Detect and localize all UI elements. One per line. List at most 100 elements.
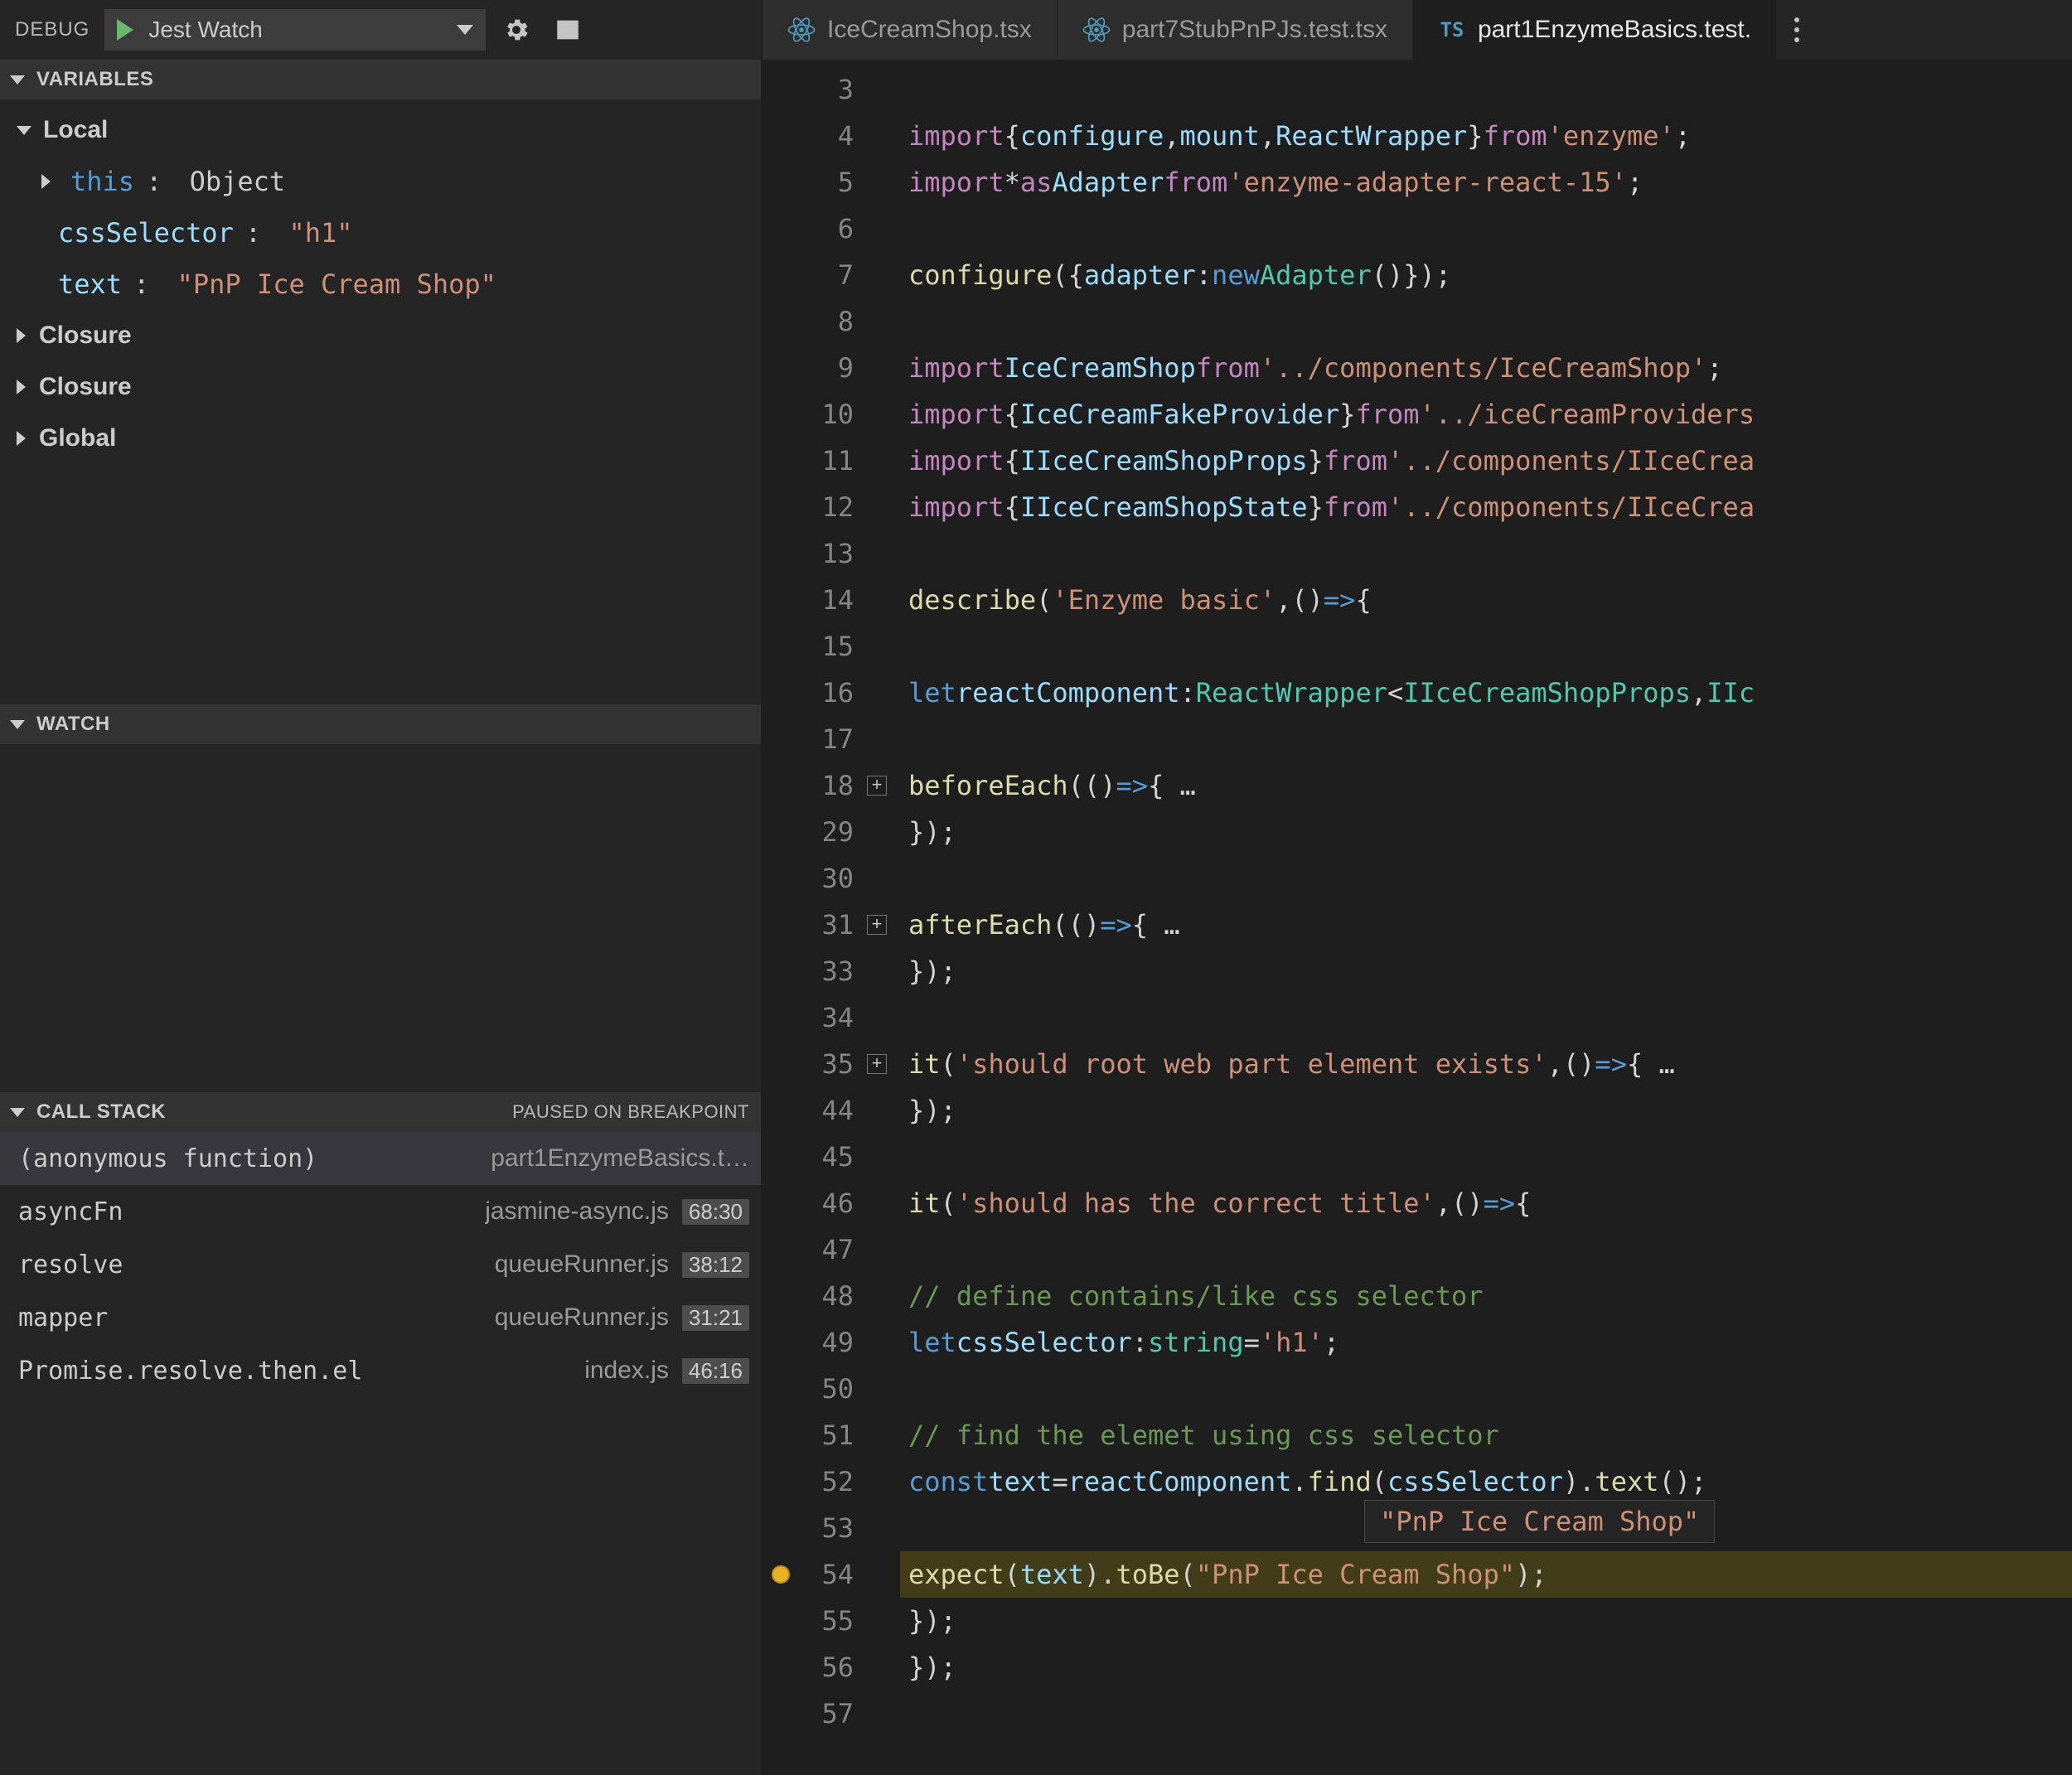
line-number: 33	[796, 948, 860, 994]
code-line[interactable]	[900, 1226, 2072, 1273]
code-line[interactable]: import { IceCreamFakeProvider } from '..…	[900, 391, 2072, 438]
variables-header[interactable]: VARIABLES	[0, 60, 761, 99]
editor-tab[interactable]: IceCreamShop.tsx	[762, 0, 1058, 60]
code-line[interactable]: });	[900, 1644, 2072, 1690]
scope-global[interactable]: Global	[0, 413, 761, 464]
code-line[interactable]: afterEach(() => { …	[900, 902, 2072, 948]
callstack-header[interactable]: CALL STACK PAUSED ON BREAKPOINT	[0, 1092, 761, 1132]
callstack-row[interactable]: Promise.resolve.then.elindex.js46:16	[0, 1344, 761, 1397]
callstack-body: (anonymous function)part1EnzymeBasics.t……	[0, 1132, 761, 1775]
code-line[interactable]: });	[900, 809, 2072, 855]
code-line[interactable]	[900, 716, 2072, 762]
callstack-row[interactable]: (anonymous function)part1EnzymeBasics.t…	[0, 1132, 761, 1185]
scope-closure-1[interactable]: Closure	[0, 310, 761, 361]
code-line[interactable]	[900, 206, 2072, 252]
callstack-position: 38:12	[682, 1252, 749, 1278]
line-number: 55	[796, 1598, 860, 1644]
fold-expand-icon[interactable]: +	[867, 776, 887, 796]
code-line[interactable]: import { IIceCreamShopState } from '../c…	[900, 484, 2072, 530]
fold-expand-icon[interactable]: +	[867, 1054, 887, 1074]
callstack-row[interactable]: mapperqueueRunner.js31:21	[0, 1291, 761, 1344]
play-icon[interactable]	[117, 19, 133, 41]
code-line[interactable]: const text = reactComponent.find(cssSele…	[900, 1458, 2072, 1505]
callstack-row[interactable]: asyncFnjasmine-async.js68:30	[0, 1185, 761, 1238]
code-line[interactable]: });	[900, 948, 2072, 994]
code-line[interactable]	[900, 530, 2072, 577]
chevron-down-icon	[10, 75, 25, 85]
gear-icon[interactable]	[496, 9, 537, 51]
code-line[interactable]: let reactComponent: ReactWrapper<IIceCre…	[900, 670, 2072, 716]
tabs-more-icon[interactable]	[1777, 0, 1817, 60]
code-line[interactable]: // define contains/like css selector	[900, 1273, 2072, 1319]
callstack-function: Promise.resolve.then.el	[18, 1357, 362, 1386]
code-line[interactable]: let cssSelector: string = 'h1';	[900, 1319, 2072, 1366]
debug-console-icon[interactable]	[547, 9, 588, 51]
code-line[interactable]: beforeEach(() => { …	[900, 762, 2072, 809]
watch-header[interactable]: WATCH	[0, 704, 761, 744]
line-number: 49	[796, 1319, 860, 1366]
editor[interactable]: 3456789101112131415161718293031333435444…	[762, 60, 2072, 1775]
scope-label: Global	[39, 424, 116, 452]
code-line[interactable]: expect(text).toBe("PnP Ice Cream Shop");	[900, 1551, 2072, 1598]
code-line[interactable]	[900, 623, 2072, 670]
editor-tab[interactable]: part7StubPnPJs.test.tsx	[1058, 0, 1413, 60]
callstack-position: 68:30	[682, 1199, 749, 1225]
var-text[interactable]: text: "PnP Ice Cream Shop"	[0, 259, 761, 310]
line-number: 54	[796, 1551, 860, 1598]
line-number: 47	[796, 1226, 860, 1273]
callstack-row[interactable]: resolvequeueRunner.js38:12	[0, 1238, 761, 1291]
chevron-right-icon	[17, 328, 26, 343]
scope-local[interactable]: Local	[0, 104, 761, 156]
line-number: 18	[796, 762, 860, 809]
var-key: text	[58, 268, 122, 300]
variables-body: Local this: Object cssSelector: "h1" tex…	[0, 99, 761, 704]
code-line[interactable]: import IceCreamShop from '../components/…	[900, 345, 2072, 391]
variables-title: VARIABLES	[36, 68, 153, 91]
code-line[interactable]	[900, 1690, 2072, 1737]
code-line[interactable]	[900, 855, 2072, 902]
line-number: 52	[796, 1458, 860, 1505]
code-line[interactable]: configure({ adapter: new Adapter() });	[900, 252, 2072, 298]
var-key: this	[70, 166, 134, 197]
code-line[interactable]: });	[900, 1087, 2072, 1134]
chevron-right-icon	[17, 380, 26, 394]
code-line[interactable]: import { configure, mount, ReactWrapper …	[900, 113, 2072, 159]
editor-tab[interactable]: TSpart1EnzymeBasics.test.	[1413, 0, 1777, 60]
code-line[interactable]: it('should has the correct title', () =>…	[900, 1180, 2072, 1226]
line-number: 50	[796, 1366, 860, 1412]
var-cssSelector[interactable]: cssSelector: "h1"	[0, 207, 761, 259]
code-line[interactable]: it('should root web part element exists'…	[900, 1041, 2072, 1087]
fold-expand-icon[interactable]: +	[867, 915, 887, 935]
callstack-function: resolve	[18, 1250, 123, 1279]
scope-closure-2[interactable]: Closure	[0, 361, 761, 413]
chevron-down-icon[interactable]	[457, 25, 473, 35]
code-line[interactable]	[900, 66, 2072, 113]
code-line[interactable]: import * as Adapter from 'enzyme-adapter…	[900, 159, 2072, 206]
tab-label: part1EnzymeBasics.test.	[1478, 16, 1751, 44]
code-line[interactable]: import { IIceCreamShopProps } from '../c…	[900, 438, 2072, 484]
line-number: 10	[796, 391, 860, 438]
line-number: 57	[796, 1690, 860, 1737]
editor-panel: IceCreamShop.tsxpart7StubPnPJs.test.tsxT…	[762, 0, 2072, 1775]
code-line[interactable]	[900, 1134, 2072, 1180]
line-number: 46	[796, 1180, 860, 1226]
breakpoint-icon[interactable]	[772, 1565, 790, 1584]
line-number: 3	[796, 66, 860, 113]
code-line[interactable]	[900, 1366, 2072, 1412]
line-number: 14	[796, 577, 860, 623]
var-this[interactable]: this: Object	[0, 156, 761, 207]
chevron-down-icon	[10, 720, 25, 729]
code-line[interactable]	[900, 298, 2072, 345]
chevron-down-icon	[10, 1108, 25, 1117]
line-number: 16	[796, 670, 860, 716]
react-icon	[787, 16, 816, 44]
callstack-file: part1EnzymeBasics.t…	[491, 1144, 749, 1173]
line-number: 30	[796, 855, 860, 902]
debug-config-name: Jest Watch	[148, 17, 262, 43]
code-line[interactable]	[900, 994, 2072, 1041]
debug-config-selector[interactable]: Jest Watch	[104, 9, 486, 51]
callstack-position: 46:16	[682, 1358, 749, 1384]
code-line[interactable]: describe('Enzyme basic', () => {	[900, 577, 2072, 623]
code-line[interactable]: // find the elemet using css selector	[900, 1412, 2072, 1458]
code-line[interactable]: });	[900, 1598, 2072, 1644]
